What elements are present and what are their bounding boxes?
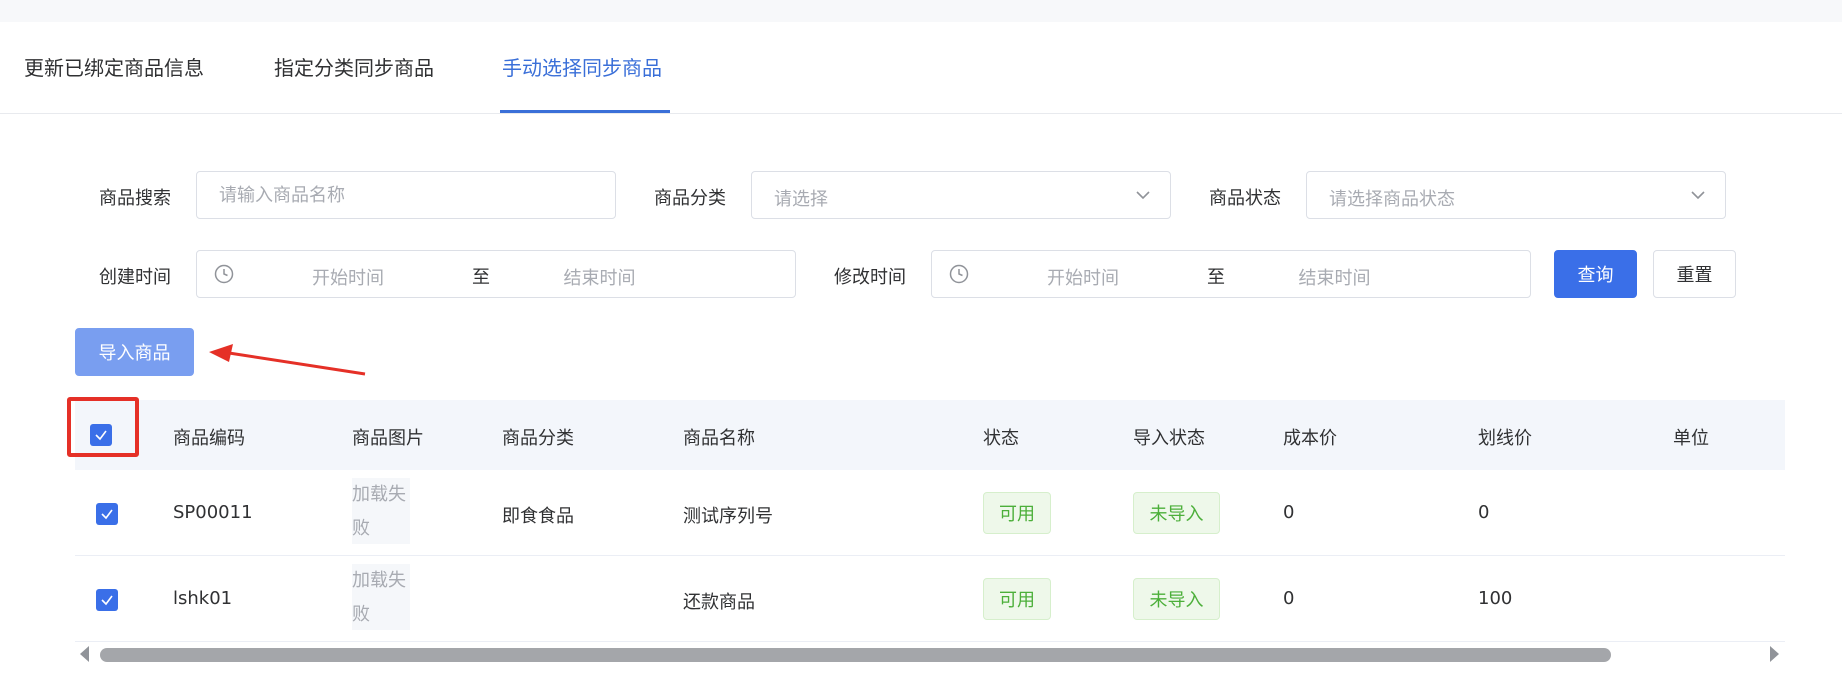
cell-image-failed: 加载失败 xyxy=(352,478,410,544)
cell-image-failed: 加载失败 xyxy=(352,564,410,630)
search-label: 商品搜索 xyxy=(99,188,171,209)
status-badge: 可用 xyxy=(983,492,1051,534)
created-time-range[interactable]: 开始时间 至 结束时间 xyxy=(196,250,796,298)
annotation-highlight-box xyxy=(67,397,139,457)
clock-icon xyxy=(214,264,234,284)
header-status: 状态 xyxy=(983,428,1019,449)
created-time-label: 创建时间 xyxy=(99,267,171,288)
reset-button[interactable]: 重置 xyxy=(1653,250,1736,298)
scrollbar-thumb[interactable] xyxy=(100,648,1611,662)
category-placeholder: 请选择 xyxy=(774,189,828,210)
row-checkbox[interactable] xyxy=(96,589,118,611)
cell-code: lshk01 xyxy=(173,588,233,609)
scroll-right-arrow-icon[interactable] xyxy=(1770,646,1779,662)
header-cost: 成本价 xyxy=(1283,428,1337,449)
cell-category: 即食食品 xyxy=(502,506,574,527)
category-select[interactable]: 请选择 xyxy=(751,171,1171,219)
cell-list-price: 100 xyxy=(1478,588,1513,609)
cell-cost: 0 xyxy=(1283,588,1295,609)
status-badge: 可用 xyxy=(983,578,1051,620)
cell-cost: 0 xyxy=(1283,502,1295,523)
modified-end[interactable]: 结束时间 xyxy=(1232,264,1437,290)
modified-start[interactable]: 开始时间 xyxy=(972,264,1194,290)
modified-time-range[interactable]: 开始时间 至 结束时间 xyxy=(931,250,1531,298)
status-select[interactable]: 请选择商品状态 xyxy=(1306,171,1726,219)
category-label: 商品分类 xyxy=(654,188,726,209)
created-end[interactable]: 结束时间 xyxy=(497,264,702,290)
search-input[interactable] xyxy=(196,171,616,219)
query-button[interactable]: 查询 xyxy=(1554,250,1637,298)
cell-list-price: 0 xyxy=(1478,502,1490,523)
status-label: 商品状态 xyxy=(1209,188,1281,209)
chevron-down-icon xyxy=(1691,191,1705,200)
scroll-left-arrow-icon[interactable] xyxy=(80,646,89,662)
status-placeholder: 请选择商品状态 xyxy=(1329,189,1455,210)
tab-bar: 更新已绑定商品信息 指定分类同步商品 手动选择同步商品 xyxy=(0,22,1842,114)
annotation-arrow-icon xyxy=(209,344,366,376)
header-category: 商品分类 xyxy=(502,428,574,449)
import-status-badge: 未导入 xyxy=(1133,492,1220,534)
tab-manual-sync[interactable]: 手动选择同步商品 xyxy=(502,52,662,81)
modified-time-label: 修改时间 xyxy=(834,267,906,288)
import-products-button[interactable]: 导入商品 xyxy=(75,328,194,376)
clock-icon xyxy=(949,264,969,284)
table-row[interactable]: lshk01 加载失败 还款商品 可用 未导入 0 100 xyxy=(75,556,1785,642)
header-list-price: 划线价 xyxy=(1478,428,1532,449)
top-strip xyxy=(0,0,1842,22)
import-status-badge: 未导入 xyxy=(1133,578,1220,620)
horizontal-scrollbar[interactable] xyxy=(100,648,1760,662)
created-separator: 至 xyxy=(472,267,490,288)
cell-code: SP00011 xyxy=(173,502,253,523)
cell-name: 还款商品 xyxy=(683,592,755,613)
row-checkbox[interactable] xyxy=(96,503,118,525)
created-start[interactable]: 开始时间 xyxy=(237,264,459,290)
header-code: 商品编码 xyxy=(173,428,245,449)
tab-category-sync[interactable]: 指定分类同步商品 xyxy=(274,52,434,81)
chevron-down-icon xyxy=(1136,191,1150,200)
cell-name: 测试序列号 xyxy=(683,506,773,527)
header-unit: 单位 xyxy=(1673,428,1709,449)
modified-separator: 至 xyxy=(1207,267,1225,288)
table-header: 商品编码 商品图片 商品分类 商品名称 状态 导入状态 成本价 划线价 单位 xyxy=(75,400,1785,470)
tab-update-bound[interactable]: 更新已绑定商品信息 xyxy=(24,52,204,81)
active-tab-indicator xyxy=(500,110,670,113)
header-import-status: 导入状态 xyxy=(1133,428,1205,449)
header-image: 商品图片 xyxy=(352,428,424,449)
header-name: 商品名称 xyxy=(683,428,755,449)
table-row[interactable]: SP00011 加载失败 即食食品 测试序列号 可用 未导入 0 0 xyxy=(75,470,1785,556)
